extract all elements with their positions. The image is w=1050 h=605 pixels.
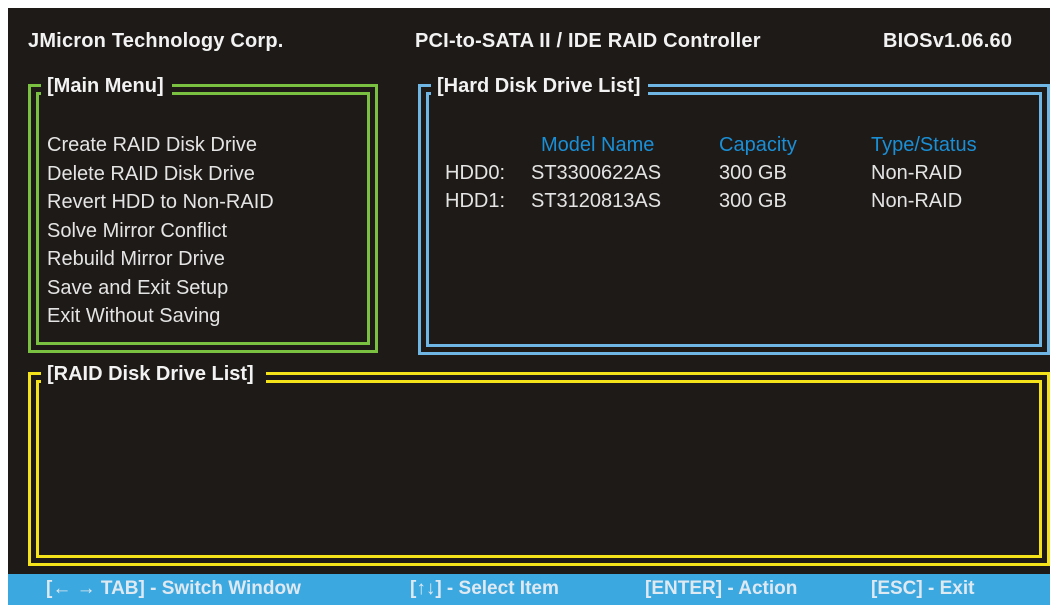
bios-setup-screen: JMicron Technology Corp. PCI-to-SATA II …	[8, 8, 1050, 605]
hdd-row-capacity: 300 GB	[719, 162, 787, 184]
controller-name: PCI-to-SATA II / IDE RAID Controller	[415, 30, 761, 52]
key-hint-switch-window: [← → TAB] - Switch Window	[46, 578, 301, 599]
hdd-list-title: [Hard Disk Drive List]	[431, 74, 649, 98]
menu-item-rebuild-mirror[interactable]: Rebuild Mirror Drive	[47, 245, 274, 274]
raid-list-panel[interactable]: [RAID Disk Drive List]	[28, 362, 1050, 566]
key-hint-action: [ENTER] - Action	[645, 578, 798, 599]
column-header-type-status: Type/Status	[871, 134, 977, 156]
raid-list-inner-border	[36, 380, 1042, 558]
menu-item-save-exit[interactable]: Save and Exit Setup	[47, 274, 274, 303]
hdd-list-panel[interactable]: [Hard Disk Drive List] Model Name Capaci…	[418, 74, 1050, 355]
main-menu-panel[interactable]: [Main Menu] Create RAID Disk Drive Delet…	[28, 74, 378, 353]
menu-item-delete-raid[interactable]: Delete RAID Disk Drive	[47, 160, 274, 189]
hdd-row-id: HDD1:	[445, 190, 506, 212]
hdd-row-id: HDD0:	[445, 162, 506, 184]
screen: JMicron Technology Corp. PCI-to-SATA II …	[0, 0, 1050, 605]
hdd-row-status: Non-RAID	[871, 162, 963, 184]
hdd-row-capacity: 300 GB	[719, 190, 787, 212]
key-hint-select-item: [↑↓] - Select Item	[410, 578, 559, 599]
menu-item-create-raid[interactable]: Create RAID Disk Drive	[47, 131, 274, 160]
hdd-row-model: ST3120813AS	[531, 190, 662, 212]
bios-version: BIOSv1.06.60	[883, 30, 1013, 52]
hdd-row-model: ST3300622AS	[531, 162, 662, 184]
vendor-name: JMicron Technology Corp.	[28, 30, 284, 52]
key-help-bar: [← → TAB] - Switch Window [↑↓] - Select …	[8, 574, 1050, 605]
raid-list-title: [RAID Disk Drive List]	[41, 362, 266, 386]
menu-item-solve-mirror-conflict[interactable]: Solve Mirror Conflict	[47, 217, 274, 246]
hdd-row-status: Non-RAID	[871, 190, 963, 212]
column-header-model: Model Name	[541, 134, 655, 156]
main-menu-list: Create RAID Disk Drive Delete RAID Disk …	[47, 131, 274, 331]
key-hint-exit: [ESC] - Exit	[871, 578, 975, 599]
column-header-capacity: Capacity	[719, 134, 797, 156]
menu-item-revert-hdd[interactable]: Revert HDD to Non-RAID	[47, 188, 274, 217]
menu-item-exit-without-saving[interactable]: Exit Without Saving	[47, 302, 274, 331]
main-menu-title: [Main Menu]	[41, 74, 172, 98]
